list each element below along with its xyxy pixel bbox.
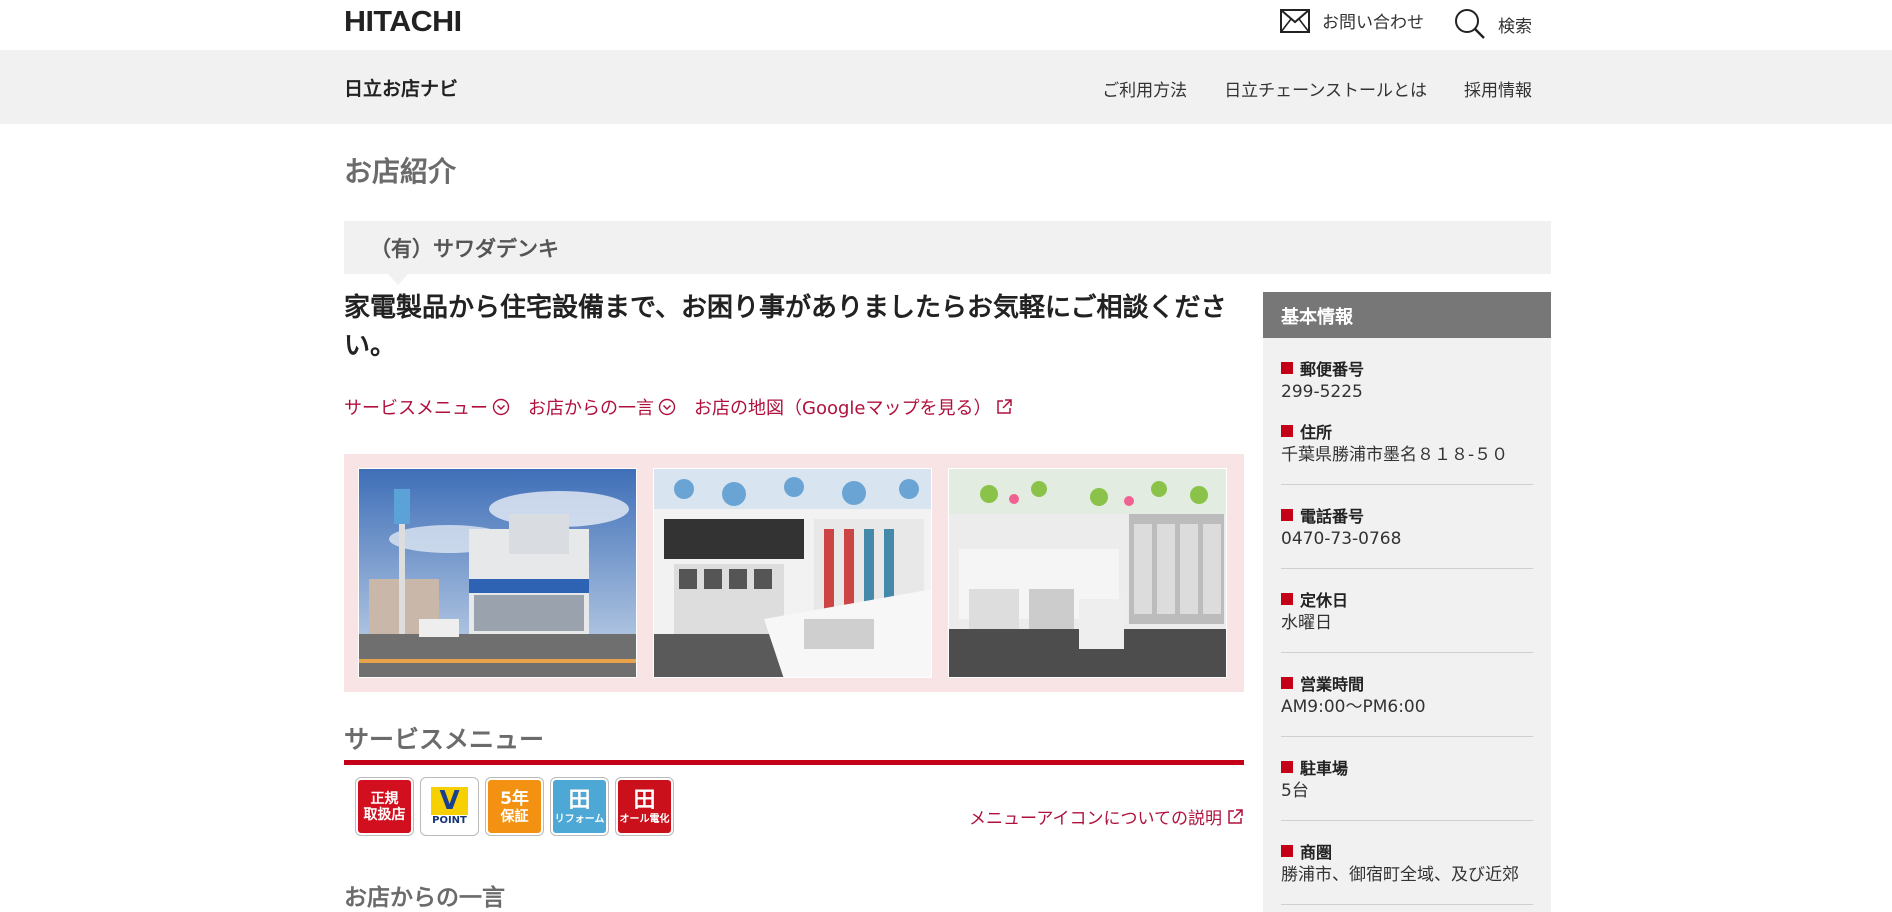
menu-icon-explanation-label: メニューアイコンについての説明	[969, 809, 1222, 829]
anchor-google-map[interactable]: お店の地図（Googleマップを見る）	[694, 394, 1013, 420]
v-point-icon: V POINT	[421, 778, 478, 835]
info-label: 定休日	[1281, 587, 1533, 611]
anchor-shop-message-label: お店からの一言	[528, 398, 654, 419]
info-label: 郵便番号	[1281, 356, 1533, 380]
info-postal-code: 郵便番号 299-5225	[1281, 338, 1533, 405]
shop-photo-interior-2[interactable]	[948, 468, 1227, 678]
chevron-down-circle-icon	[492, 398, 510, 416]
info-label: 住所	[1281, 419, 1533, 443]
anchor-shop-message[interactable]: お店からの一言	[528, 394, 676, 420]
info-value: 千葉県勝浦市墨名８１８-５０	[1281, 445, 1509, 465]
info-closed-day: 定休日 水曜日	[1281, 569, 1533, 653]
reform-line2: リフォーム	[554, 813, 605, 825]
page-title: お店紹介	[344, 155, 457, 188]
info-trade-area: 商圏 勝浦市、御宿町全域、及び近郊	[1281, 821, 1533, 905]
shop-photo-gallery	[344, 454, 1244, 692]
service-menu-divider	[344, 760, 1244, 765]
authorized-dealer-line2: 取扱店	[363, 806, 406, 823]
site-name[interactable]: 日立お店ナビ	[344, 74, 458, 101]
all-electric-line1: 田	[633, 787, 656, 813]
search-icon	[1455, 9, 1485, 39]
info-value[interactable]: 0470-73-0768	[1281, 529, 1533, 550]
shop-photo-interior-1[interactable]	[653, 468, 932, 678]
info-address: 住所 千葉県勝浦市墨名８１８-５０	[1281, 405, 1533, 485]
external-link-icon	[1228, 808, 1243, 824]
info-label: 商圏	[1281, 839, 1533, 863]
shop-message-title: お店からの一言	[344, 885, 505, 911]
shop-name-band: （有）サワダデンキ	[344, 221, 1551, 285]
info-value: 水曜日	[1281, 613, 1332, 633]
top-bar: HITACHI お問い合わせ 検索	[0, 0, 1892, 50]
anchor-service-menu-label: サービスメニュー	[344, 398, 488, 419]
info-parking: 駐車場 5台	[1281, 737, 1533, 821]
contact-label: お問い合わせ	[1322, 13, 1424, 33]
info-value: AM9:00～PM6:00	[1281, 697, 1426, 717]
search-label: 検索	[1498, 16, 1532, 37]
hitachi-logo[interactable]: HITACHI	[344, 6, 462, 39]
mail-icon	[1280, 8, 1310, 33]
info-label: 駐車場	[1281, 755, 1533, 779]
nav-link-usage[interactable]: ご利用方法	[1102, 76, 1187, 101]
anchor-google-map-label: お店の地図（Googleマップを見る）	[694, 398, 992, 419]
all-electric-icon: 田 オール電化	[616, 778, 673, 835]
authorized-dealer-icon: 正規 取扱店	[356, 778, 413, 835]
anchor-service-menu[interactable]: サービスメニュー	[344, 394, 510, 420]
reform-icon: 田 リフォーム	[551, 778, 608, 835]
five-year-line1: 5年	[500, 788, 529, 809]
info-value: 299-5225	[1281, 382, 1363, 402]
shop-name: （有）サワダデンキ	[370, 237, 559, 261]
info-business-hours: 営業時間 AM9:00～PM6:00	[1281, 653, 1533, 737]
nav-links: ご利用方法 日立チェーンストールとは 採用情報	[1102, 76, 1532, 101]
contact-link[interactable]: お問い合わせ	[1280, 8, 1424, 33]
nav-link-chainstore[interactable]: 日立チェーンストールとは	[1224, 76, 1427, 101]
service-menu-title: サービスメニュー	[344, 725, 545, 754]
shop-headline: 家電製品から住宅設備まで、お困り事がありましたらお気軽にご相談ください。	[344, 293, 1227, 361]
authorized-dealer-line1: 正規	[370, 790, 399, 807]
shop-photo-exterior[interactable]	[358, 468, 637, 678]
info-label: 営業時間	[1281, 671, 1533, 695]
info-value: 勝浦市、御宿町全域、及び近郊	[1281, 865, 1519, 885]
v-point-line1: V	[431, 786, 468, 815]
basic-info-title: 基本情報	[1263, 292, 1551, 338]
service-icons: 正規 取扱店 V POINT 5年 保証 田 リフォーム 田 オール電化	[356, 778, 673, 835]
menu-icon-explanation-link[interactable]: メニューアイコンについての説明	[969, 804, 1244, 829]
v-point-line2: POINT	[432, 814, 467, 826]
five-year-warranty-icon: 5年 保証	[486, 778, 543, 835]
global-nav: 日立お店ナビ ご利用方法 日立チェーンストールとは 採用情報	[0, 50, 1892, 124]
five-year-line2: 保証	[500, 808, 529, 825]
external-link-icon	[997, 399, 1013, 414]
basic-info-panel: 基本情報 郵便番号 299-5225 住所 千葉県勝浦市墨名８１８-５０ 電話番…	[1263, 292, 1551, 912]
chevron-down-circle-icon	[658, 398, 676, 416]
all-electric-line2: オール電化	[619, 813, 670, 825]
info-value: 5台	[1281, 781, 1309, 801]
reform-line1: 田	[568, 787, 591, 813]
nav-link-recruit[interactable]: 採用情報	[1464, 76, 1532, 101]
shop-band-pointer	[388, 274, 408, 285]
page-anchors: サービスメニュー お店からの一言 お店の地図（Googleマップを見る）	[344, 394, 1013, 420]
info-phone: 電話番号 0470-73-0768	[1281, 485, 1533, 569]
info-label: 電話番号	[1281, 503, 1533, 527]
search-link[interactable]: 検索	[1454, 8, 1532, 40]
basic-info-list: 郵便番号 299-5225 住所 千葉県勝浦市墨名８１８-５０ 電話番号 047…	[1263, 338, 1551, 905]
